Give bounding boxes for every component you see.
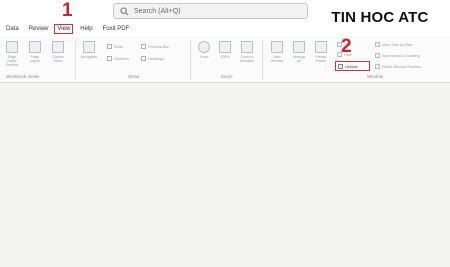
reset-window-position-button[interactable]: Reset Window Position <box>375 64 421 69</box>
step-marker-2: 2 <box>341 36 352 57</box>
headings-checkbox[interactable]: Headings <box>141 56 164 61</box>
search-box[interactable]: Search (Alt+Q) <box>113 3 308 19</box>
tab-foxit-pdf[interactable]: Foxit PDF <box>102 25 131 33</box>
gridlines-checkbox[interactable]: Gridlines <box>107 56 129 61</box>
freeze-panes-icon <box>315 41 327 53</box>
arrange-all-button[interactable]: Arrange All <box>290 41 308 63</box>
checkbox-icon <box>141 44 146 49</box>
zoom-selection-icon <box>241 41 253 53</box>
zoom-button[interactable]: Zoom <box>195 41 213 59</box>
excel-window: Search (Alt+Q) TIN HOC ATC 1 2 Data Revi… <box>0 0 450 267</box>
search-placeholder: Search (Alt+Q) <box>134 7 181 15</box>
tab-help[interactable]: Help <box>79 25 93 33</box>
page-layout-icon <box>29 41 41 53</box>
worksheet-area[interactable] <box>0 83 450 267</box>
group-label-show: Show <box>128 74 140 79</box>
step-marker-1: 1 <box>62 0 73 21</box>
sync-scroll-icon <box>375 53 380 58</box>
checkbox-icon <box>107 56 112 61</box>
brand-watermark: TIN HOC ATC <box>310 0 450 34</box>
custom-views-icon <box>52 41 64 53</box>
navigation-button[interactable]: Navigation <box>80 41 98 59</box>
group-divider <box>262 40 263 80</box>
new-window-icon <box>271 41 283 53</box>
checkbox-icon <box>107 44 112 49</box>
page-break-preview-button[interactable]: Page Break Preview <box>3 41 21 67</box>
group-divider <box>190 40 191 80</box>
arrange-all-icon <box>293 41 305 53</box>
freeze-panes-button[interactable]: Freeze Panes <box>312 41 330 63</box>
custom-views-button[interactable]: Custom Views <box>49 41 67 63</box>
view-side-by-side-button[interactable]: View Side by Side <box>375 42 413 47</box>
magnifier-icon <box>198 41 210 53</box>
checkbox-icon <box>141 56 146 61</box>
zoom-100-icon <box>219 41 231 53</box>
new-window-button[interactable]: New Window <box>268 41 286 63</box>
search-icon <box>120 6 129 15</box>
unhide-icon <box>338 63 343 69</box>
zoom-100-button[interactable]: 100% <box>216 41 234 59</box>
tab-view[interactable]: View <box>54 24 74 34</box>
group-label-zoom: Zoom <box>221 74 233 79</box>
formula-bar-checkbox[interactable]: Formula Bar <box>141 44 169 49</box>
group-divider <box>75 40 76 80</box>
tab-data[interactable]: Data <box>5 25 20 33</box>
unhide-button[interactable]: Unhide <box>335 61 370 71</box>
page-break-icon <box>6 41 18 53</box>
side-by-side-icon <box>375 42 380 47</box>
tab-review[interactable]: Review <box>28 25 50 33</box>
zoom-to-selection-button[interactable]: Zoom to Selection <box>238 41 256 63</box>
ruler-checkbox[interactable]: Ruler <box>107 44 123 49</box>
group-label-window: Window <box>367 74 384 79</box>
group-label-workbook-views: Workbook Views <box>6 74 40 79</box>
synchronous-scrolling-button[interactable]: Synchronous Scrolling <box>375 53 420 58</box>
page-layout-button[interactable]: Page Layout <box>26 41 44 63</box>
navigation-icon <box>83 41 95 53</box>
reset-position-icon <box>375 64 380 69</box>
